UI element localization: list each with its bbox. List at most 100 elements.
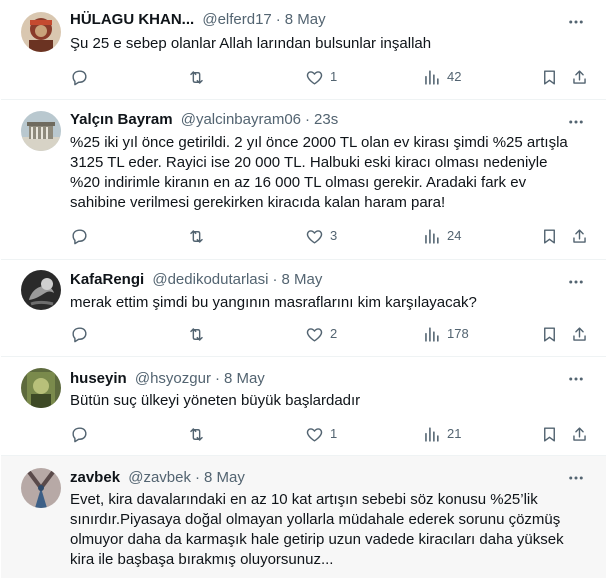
share-icon [573,326,586,341]
tweet-item[interactable]: HÜLAGU KHAN... @elferd17 · 8 May Şu 25 e s… [1,0,606,100]
tweet-header: HÜLAGU KHAN... @elferd17 · 8 May [70,10,566,30]
separator-dot: · [275,11,281,28]
tweet-text: Şu 25 e sebep olanlar Allah larından bul… [70,35,432,52]
reply-icon [72,69,87,85]
bookmark-button[interactable] [540,324,559,344]
avatar[interactable] [21,12,61,52]
bookmark-icon [544,228,555,244]
share-button[interactable] [570,424,589,444]
like-count: 2 [330,326,338,341]
reply-button[interactable] [70,424,95,444]
tweet-header: KafaRengi @dedikodutarlasi · 8 May [70,270,566,290]
retweet-button[interactable] [187,67,212,87]
share-icon [573,228,586,243]
retweet-icon [190,427,203,441]
timestamp[interactable]: 8 May [282,271,323,288]
bookmark-icon [544,326,555,342]
action-bar: 1 42 [70,67,595,87]
separator-dot: · [272,271,278,288]
views-count: 21 [447,426,462,441]
avatar[interactable] [21,368,61,408]
action-bar: 3 24 [70,226,595,246]
avatar[interactable] [21,111,61,151]
author-handle[interactable]: @dedikodutarlasi [152,271,268,288]
views-count: 24 [447,228,462,243]
tweet-item[interactable]: huseyin @hsyozgur · 8 May Bütün suç ülkeyi… [1,357,606,456]
timestamp[interactable]: 8 May [224,370,265,387]
bookmark-button[interactable] [540,67,559,87]
author-handle[interactable]: @zavbek [128,469,191,486]
retweet-button[interactable] [187,424,212,444]
action-bar: 1 21 [70,424,595,444]
more-icon[interactable] [566,112,586,132]
tweet-text: %25 iki yıl önce getirildi. 2 yıl önce 2… [70,134,568,211]
tweet-header: huseyin @hsyozgur · 8 May [70,369,566,389]
like-count: 1 [330,69,338,84]
bookmark-icon [544,426,555,442]
timestamp[interactable]: 23s [314,111,338,128]
author-handle[interactable]: @hsyozgur [135,370,211,387]
like-count: 1 [330,426,338,441]
author-name[interactable]: KafaRengi [70,271,144,288]
retweet-button[interactable] [187,226,212,246]
separator-dot: · [305,111,311,128]
reply-icon [72,228,87,244]
author-name[interactable]: Yalçın Bayram [70,111,173,128]
author-name[interactable]: huseyin [70,370,127,387]
views-icon [425,69,439,85]
views-button[interactable]: 24 [422,226,461,246]
more-icon[interactable] [566,12,586,32]
like-button[interactable]: 1 [305,67,337,87]
share-icon [573,426,586,441]
separator-dot: · [194,469,200,486]
tweet-text: Bütün suç ülkeyi yöneten büyük başlardad… [70,392,361,409]
more-icon[interactable] [566,369,586,389]
bookmark-button[interactable] [540,424,559,444]
author-handle[interactable]: @elferd17 [202,11,271,28]
reply-button[interactable] [70,226,95,246]
retweet-icon [190,229,203,243]
tweet-header: zavbek @zavbek · 8 May [70,468,566,488]
timestamp[interactable]: 8 May [285,11,326,28]
more-icon[interactable] [566,272,586,292]
avatar[interactable] [21,270,61,310]
share-button[interactable] [570,226,589,246]
tweet-text: Evet, kira davalarındaki en az 10 kat ar… [70,491,564,568]
views-icon [425,228,439,244]
like-button[interactable]: 1 [305,424,337,444]
views-button[interactable]: 42 [422,67,461,87]
bookmark-button[interactable] [540,226,559,246]
tweet-item[interactable]: KafaRengi @dedikodutarlasi · 8 May merak e… [1,260,606,357]
tweet-item[interactable]: zavbek @zavbek · 8 May Evet, kira davaları… [1,456,606,578]
author-name[interactable]: zavbek [70,469,120,486]
share-button[interactable] [570,67,589,87]
views-icon [425,326,439,342]
like-button[interactable]: 2 [305,324,337,344]
timestamp[interactable]: 8 May [204,469,245,486]
views-button[interactable]: 21 [422,424,461,444]
like-button[interactable]: 3 [305,226,337,246]
reply-button[interactable] [70,324,95,344]
reply-icon [72,426,87,442]
retweet-icon [190,327,203,341]
heart-icon [306,327,323,342]
share-icon [573,69,586,84]
heart-icon [306,229,323,244]
more-icon[interactable] [566,468,586,488]
like-count: 3 [330,228,338,243]
avatar[interactable] [21,468,61,508]
heart-icon [306,70,323,85]
action-bar: 2 178 [70,324,595,344]
share-button[interactable] [570,324,589,344]
author-name[interactable]: HÜLAGU KHAN... [70,11,194,28]
tweet-item[interactable]: Yalçın Bayram @yalcinbayram06 · 23s %25 ik… [1,100,606,260]
separator-dot: · [214,370,220,387]
retweet-icon [190,70,203,84]
views-button[interactable]: 178 [422,324,469,344]
author-handle[interactable]: @yalcinbayram06 [181,111,301,128]
tweet-text: merak ettim şimdi bu yangının masrafları… [70,294,477,311]
views-count: 42 [447,69,462,84]
views-icon [425,426,439,442]
reply-button[interactable] [70,67,95,87]
retweet-button[interactable] [187,324,212,344]
